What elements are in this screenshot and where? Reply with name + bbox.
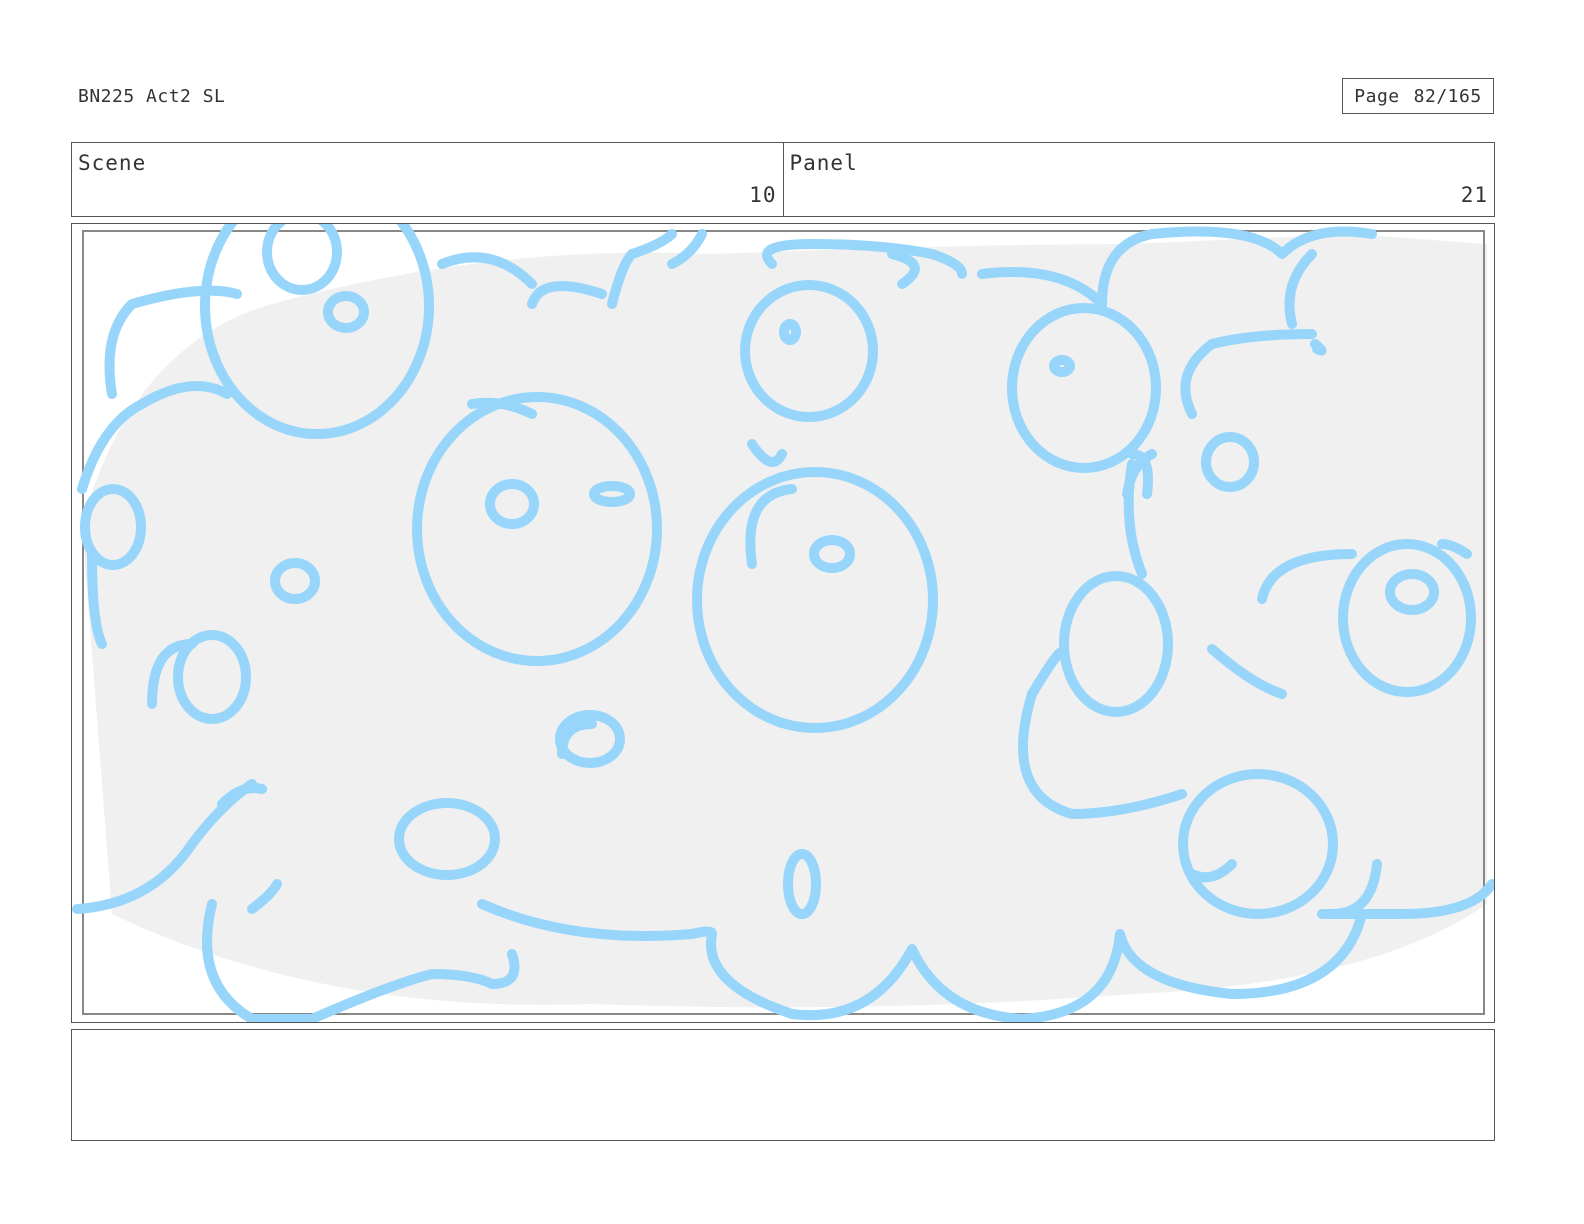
panel-cell: Panel 21 [782,143,1495,216]
scene-panel-row: Scene 10 Panel 21 [71,142,1495,217]
scene-label: Scene [78,151,147,175]
scene-cell: Scene 10 [72,143,783,216]
panel-value: 21 [1460,183,1488,207]
notes-box [71,1029,1495,1141]
panel-label: Panel [789,151,858,175]
page-label: Page [1354,85,1400,107]
storyboard-frame [71,223,1495,1023]
page-indicator: Page 82/165 [1342,78,1494,114]
page-number: 82/165 [1413,85,1482,107]
document-title: BN225 Act2 SL [78,86,226,107]
storyboard-drawing [72,224,1494,1022]
scene-value: 10 [749,183,777,207]
